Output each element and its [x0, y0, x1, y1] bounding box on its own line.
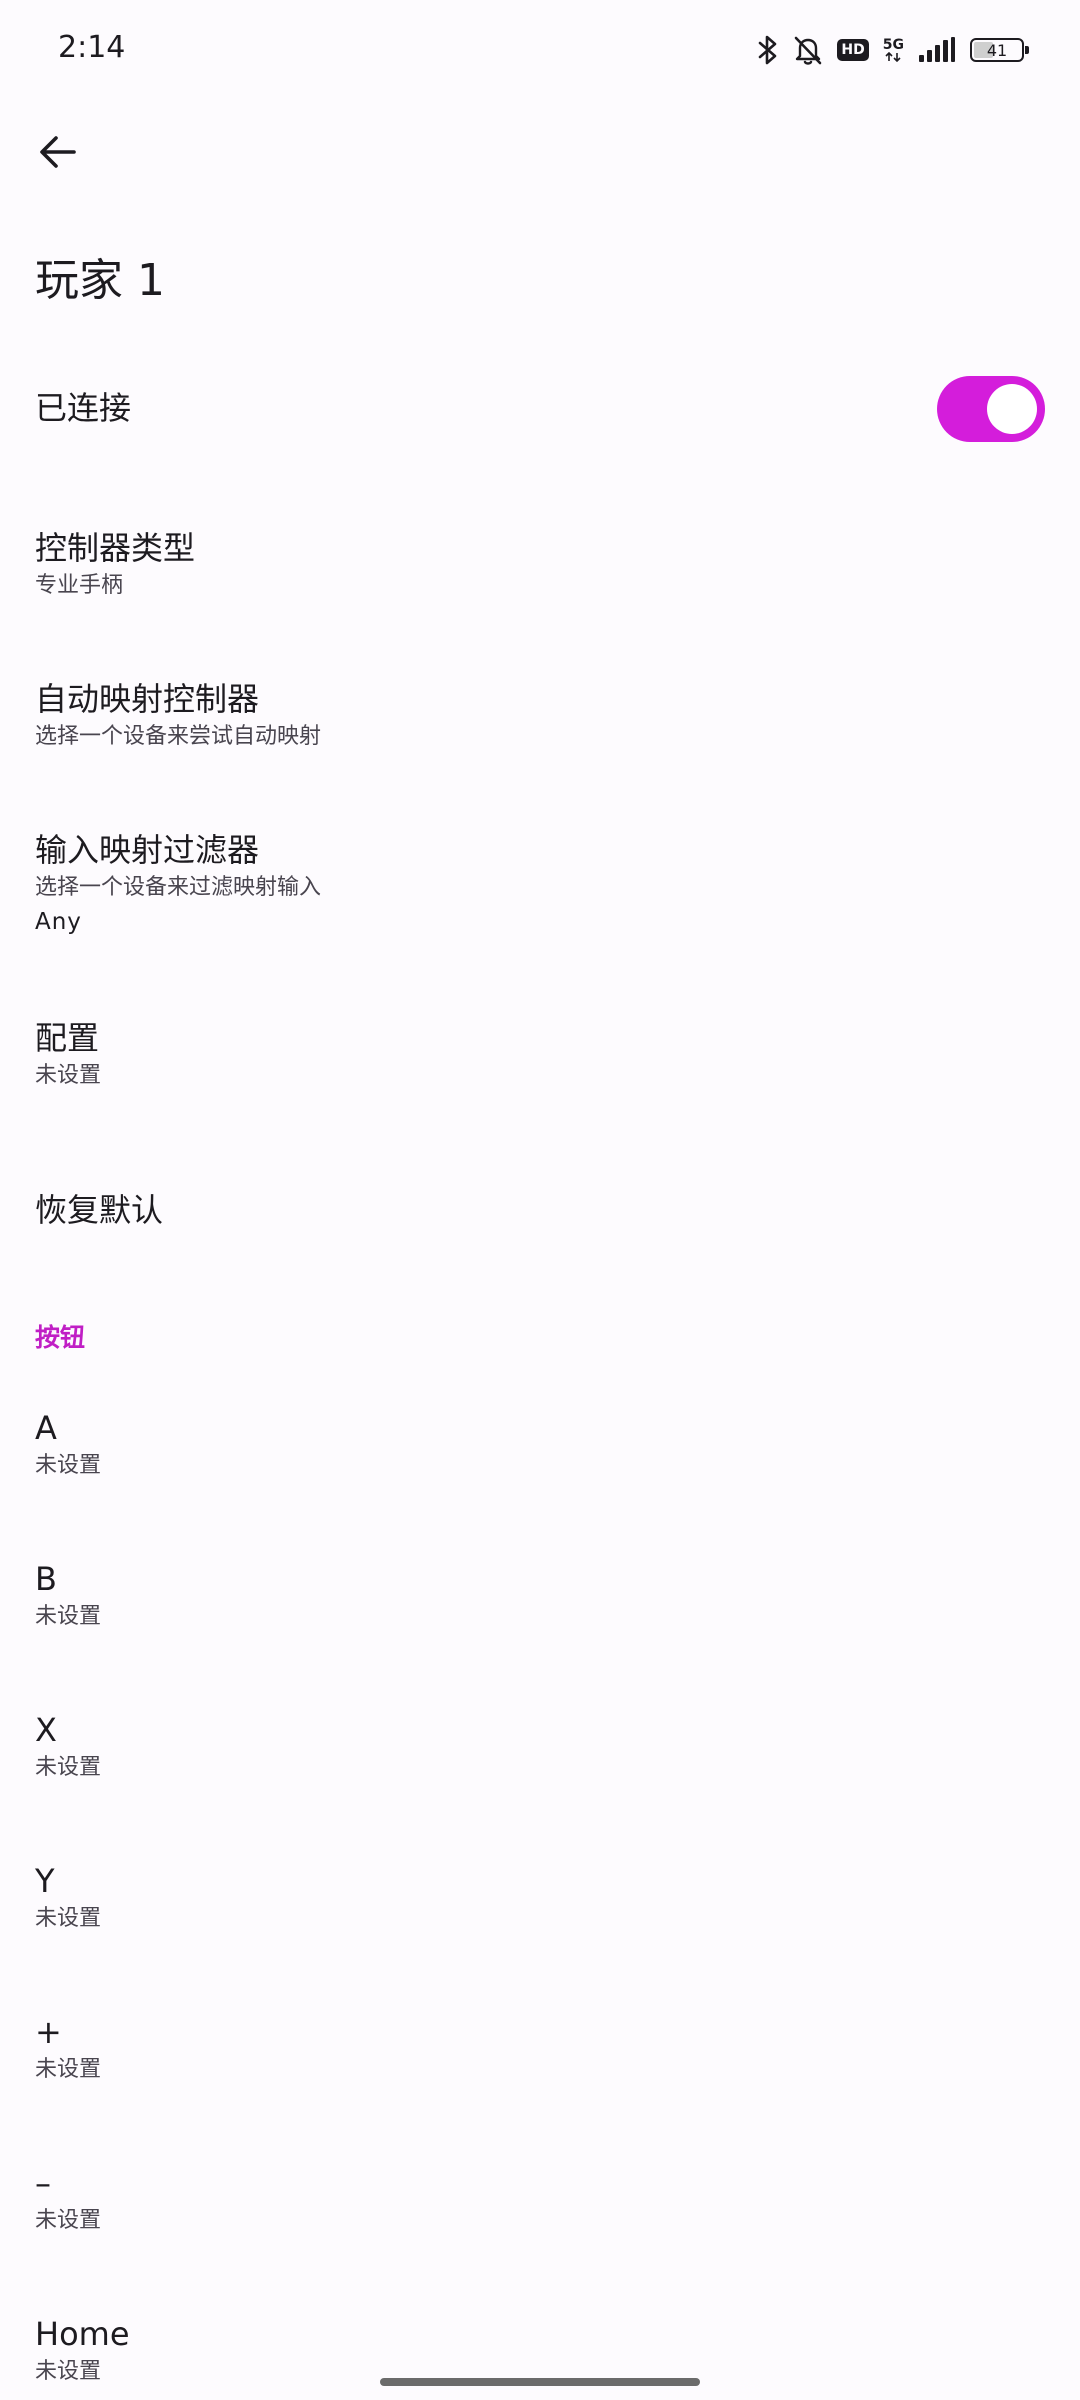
- button-value: 未设置: [35, 2208, 102, 2233]
- button-label: +: [35, 2013, 62, 2051]
- back-button[interactable]: [26, 120, 90, 184]
- reset-defaults-title: 恢复默认: [35, 1191, 164, 1229]
- auto-map-subtitle: 选择一个设备来尝试自动映射: [35, 724, 322, 749]
- button-value: 未设置: [35, 1453, 102, 1478]
- network-type-label: 5G: [883, 38, 904, 62]
- button-row-plus[interactable]: + 未设置: [35, 2010, 1045, 2086]
- status-bar: 2:14 HD 5G 41: [0, 0, 1080, 100]
- arrow-left-icon: [40, 136, 76, 168]
- button-label: Home: [35, 2315, 130, 2353]
- auto-map-title: 自动映射控制器: [35, 680, 260, 718]
- button-row-y[interactable]: Y 未设置: [35, 1859, 1045, 1935]
- signal-bars-icon: [918, 37, 956, 63]
- bluetooth-icon: [757, 34, 779, 66]
- controller-type-title: 控制器类型: [35, 529, 196, 567]
- button-row-b[interactable]: B 未设置: [35, 1557, 1045, 1633]
- battery-icon: 41: [970, 38, 1029, 62]
- data-arrows-icon: [885, 52, 901, 62]
- button-label: Y: [35, 1862, 55, 1900]
- network-type-text: 5G: [882, 37, 904, 53]
- button-value: 未设置: [35, 1604, 102, 1629]
- button-value: 未设置: [35, 1906, 102, 1931]
- button-row-x[interactable]: X 未设置: [35, 1708, 1045, 1784]
- button-label: X: [35, 1711, 57, 1749]
- button-label: B: [35, 1560, 57, 1598]
- button-label: A: [35, 1409, 57, 1447]
- hd-badge: HD: [837, 39, 869, 61]
- buttons-section-header: 按钮: [35, 1323, 86, 1352]
- profile-row[interactable]: 配置 未设置: [35, 1016, 1045, 1092]
- bell-off-icon: [793, 34, 823, 66]
- controller-type-row[interactable]: 控制器类型 专业手柄: [35, 526, 1045, 602]
- auto-map-row[interactable]: 自动映射控制器 选择一个设备来尝试自动映射: [35, 677, 1045, 753]
- input-filter-row[interactable]: 输入映射过滤器 选择一个设备来过滤映射输入 Any: [35, 828, 1045, 940]
- profile-title: 配置: [35, 1019, 100, 1057]
- page-title: 玩家 1: [35, 255, 165, 306]
- status-time: 2:14: [58, 30, 126, 65]
- home-indicator[interactable]: [380, 2378, 700, 2386]
- button-row-home[interactable]: Home 未设置: [35, 2312, 1045, 2388]
- status-icons: HD 5G 41: [757, 30, 1029, 70]
- profile-value: 未设置: [35, 1063, 102, 1088]
- input-filter-value: Any: [35, 909, 82, 935]
- button-row-minus[interactable]: – 未设置: [35, 2161, 1045, 2237]
- connected-toggle[interactable]: [937, 376, 1045, 442]
- input-filter-title: 输入映射过滤器: [35, 831, 260, 869]
- button-value: 未设置: [35, 2057, 102, 2082]
- connected-label: 已连接: [35, 389, 132, 427]
- toggle-knob: [987, 384, 1037, 434]
- button-label: –: [35, 2164, 51, 2202]
- button-row-a[interactable]: A 未设置: [35, 1406, 1045, 1482]
- input-filter-subtitle: 选择一个设备来过滤映射输入: [35, 875, 322, 900]
- button-value: 未设置: [35, 1755, 102, 1780]
- reset-defaults-row[interactable]: 恢复默认: [35, 1188, 1045, 1232]
- connected-row[interactable]: 已连接: [35, 386, 1045, 430]
- controller-type-value: 专业手柄: [35, 573, 124, 598]
- battery-level: 41: [986, 40, 1008, 60]
